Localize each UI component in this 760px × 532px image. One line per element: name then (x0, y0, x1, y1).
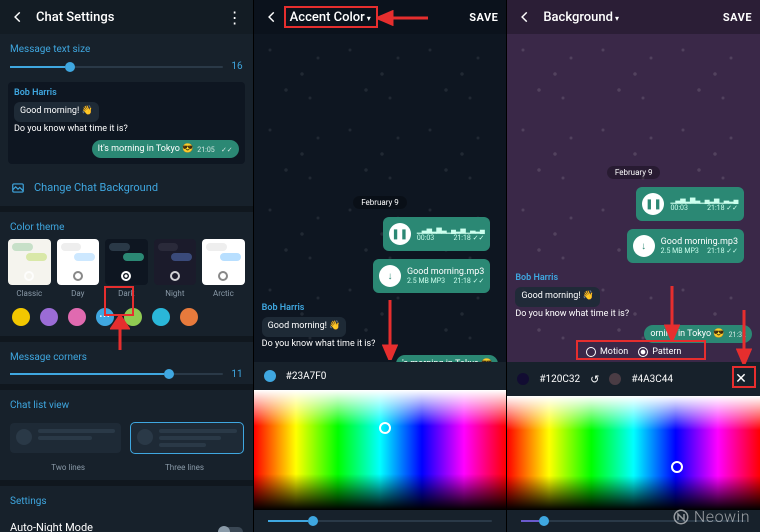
header: Chat Settings ⋮ (0, 0, 253, 34)
text-size-value: 16 (231, 61, 242, 72)
theme-labels: ClassicDayDarkNightArctic (0, 285, 253, 306)
sender-name: Bob Harris (14, 88, 239, 98)
chat-list-view-label: Chat list view (0, 390, 253, 417)
hex-value-2: #4A3C44 (631, 374, 673, 385)
accent-dot[interactable] (180, 308, 198, 326)
corners-label: Message corners (0, 342, 253, 369)
auto-night-toggle[interactable] (219, 527, 243, 532)
accent-dot[interactable] (152, 308, 170, 326)
theme-list (0, 239, 253, 285)
waveform: ▁▃▅▂▆▃▁▄▂▅▁▃▂▄ (417, 226, 485, 234)
hex-value: #23A7F0 (286, 371, 327, 382)
download-icon[interactable]: ↓ (633, 235, 655, 257)
more-icon[interactable]: ⋮ (225, 8, 245, 27)
swap-icon[interactable]: ↺ (590, 373, 599, 386)
download-icon[interactable]: ↓ (379, 265, 401, 287)
corners-slider[interactable] (10, 373, 223, 375)
hex-value-1: #120C32 (539, 374, 580, 385)
color-swatch-1[interactable] (517, 373, 529, 385)
spectrum-cursor[interactable] (671, 461, 683, 473)
background-pane: Background▾ SAVE February 9 ❚❚ ▁▃▅▂▆▃▁▄▂… (507, 0, 760, 532)
incoming-line: Do you know what time it is? (262, 339, 499, 349)
settings-pane: Chat Settings ⋮ Message text size 16 Bob… (0, 0, 254, 532)
sender-name: Bob Harris (262, 303, 499, 313)
chat-list-three-lines[interactable] (131, 423, 242, 453)
chat-preview: Bob Harris Good morning! 👋 Do you know w… (8, 82, 245, 164)
theme-night[interactable] (154, 239, 197, 285)
page-title[interactable]: Accent Color▾ (290, 10, 470, 25)
theme-classic[interactable] (8, 239, 51, 285)
outgoing-bubble: orning in Tokyo 😎21:32 (644, 325, 752, 343)
sender-name: Bob Harris (515, 273, 752, 283)
accent-more[interactable]: ••• (96, 308, 114, 326)
accent-dot[interactable] (124, 308, 142, 326)
voice-message[interactable]: ❚❚ ▁▃▅▂▆▃▁▄▂▅▁▃▂▄ 00:0321:18 ✓✓ (383, 217, 491, 251)
image-icon (10, 180, 26, 196)
change-background-link[interactable]: Change Chat Background (0, 170, 253, 212)
accent-dot[interactable] (40, 308, 58, 326)
incoming-line: Do you know what time it is? (14, 124, 239, 134)
theme-day[interactable] (57, 239, 100, 285)
color-swatch[interactable] (264, 370, 276, 382)
motion-toggle[interactable]: Motion (586, 347, 628, 357)
voice-message[interactable]: ❚❚ ▁▃▅▂▆▃▁▄▂▅▁▃▂▄ 00:0321:18 ✓✓ (636, 187, 744, 221)
date-chip: February 9 (607, 166, 661, 179)
color-picker: #23A7F0 (254, 362, 507, 532)
accent-colors: ••• (0, 306, 253, 336)
auto-night-row[interactable]: Auto-Night ModeOff (0, 513, 253, 532)
save-button[interactable]: SAVE (723, 11, 752, 24)
play-icon[interactable]: ❚❚ (642, 193, 664, 215)
text-size-label: Message text size (0, 34, 253, 61)
incoming-bubble: Good morning! 👋 (515, 287, 600, 307)
back-icon[interactable] (262, 7, 282, 27)
back-icon[interactable] (8, 7, 28, 27)
save-button[interactable]: SAVE (469, 11, 498, 24)
close-icon[interactable]: ✕ (732, 370, 750, 388)
accent-dot[interactable] (12, 308, 30, 326)
hue-slider[interactable] (268, 520, 493, 522)
spectrum[interactable] (507, 396, 760, 510)
chevron-down-icon: ▾ (615, 14, 619, 23)
page-title: Chat Settings (36, 10, 225, 25)
outgoing-bubble: It's morning in Tokyo 😎21:05 ✓✓ (92, 140, 239, 158)
text-size-slider[interactable] (10, 66, 223, 68)
audio-file[interactable]: ↓ Good morning.mp3 2.5 MB MP321:18 ✓✓ (373, 259, 490, 293)
spectrum[interactable] (254, 390, 507, 510)
color-theme-label: Color theme (0, 212, 253, 239)
audio-file[interactable]: ↓ Good morning.mp3 2.5 MB MP321:18 ✓✓ (627, 229, 744, 263)
chevron-down-icon: ▾ (367, 14, 371, 23)
incoming-bubble: Good morning! 👋 (262, 317, 347, 337)
color-swatch-2[interactable] (609, 373, 621, 385)
incoming-line: Do you know what time it is? (515, 309, 752, 319)
back-icon[interactable] (515, 7, 535, 27)
play-icon[interactable]: ❚❚ (389, 223, 411, 245)
settings-label: Settings (0, 486, 253, 513)
pattern-toggle[interactable]: Pattern (638, 347, 681, 357)
theme-arctic[interactable] (202, 239, 245, 285)
accent-dot[interactable] (68, 308, 86, 326)
corners-value: 11 (231, 369, 242, 380)
header: Background▾ SAVE (507, 0, 760, 34)
chat-list-two-lines[interactable] (10, 423, 121, 453)
incoming-bubble: Good morning! 👋 (14, 102, 99, 122)
header: Accent Color▾ SAVE (254, 0, 507, 34)
watermark: Neowin (672, 507, 750, 526)
waveform: ▁▃▅▂▆▃▁▄▂▅▁▃▂▄ (670, 196, 738, 204)
theme-dark[interactable] (105, 239, 148, 285)
accent-color-pane: Accent Color▾ SAVE February 9 ❚❚ ▁▃▅▂▆▃▁… (254, 0, 508, 532)
change-background-label: Change Chat Background (34, 181, 158, 194)
date-chip: February 9 (353, 196, 407, 209)
page-title[interactable]: Background▾ (543, 10, 723, 25)
spectrum-cursor[interactable] (379, 422, 391, 434)
